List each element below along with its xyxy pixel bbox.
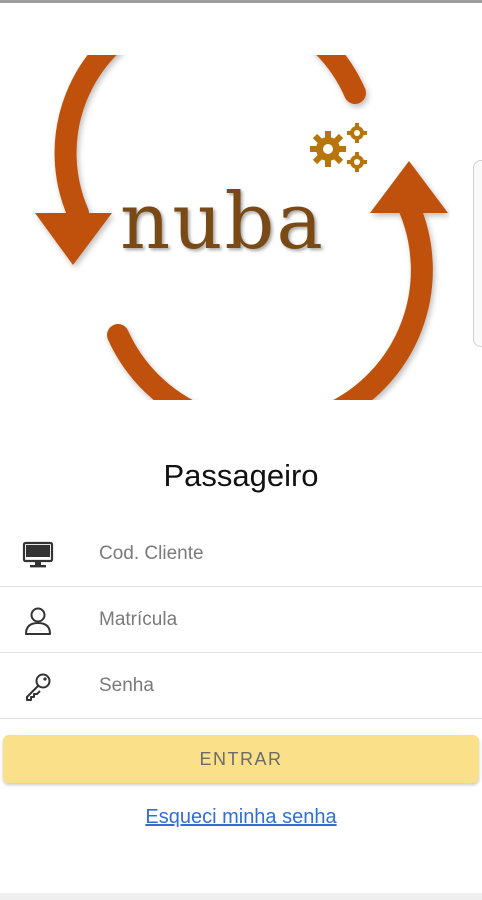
gears-icon	[310, 123, 367, 172]
client-code-field[interactable]	[0, 521, 482, 587]
logo: nuba	[30, 0, 450, 440]
key-icon	[22, 671, 54, 703]
logo-text: nuba	[120, 177, 325, 267]
password-input[interactable]	[97, 667, 461, 705]
registration-field[interactable]	[0, 587, 482, 653]
side-drawer-handle[interactable]	[473, 160, 482, 347]
monitor-icon	[22, 539, 54, 571]
bottom-divider	[0, 893, 482, 900]
password-field[interactable]	[0, 653, 482, 719]
forgot-password-link[interactable]: Esqueci minha senha	[0, 806, 482, 829]
page-title: Passageiro	[163, 458, 319, 493]
top-bar	[0, 0, 482, 3]
client-code-input[interactable]	[97, 535, 461, 573]
enter-button[interactable]: ENTRAR	[3, 735, 479, 783]
user-icon	[22, 605, 54, 637]
registration-input[interactable]	[97, 601, 461, 639]
